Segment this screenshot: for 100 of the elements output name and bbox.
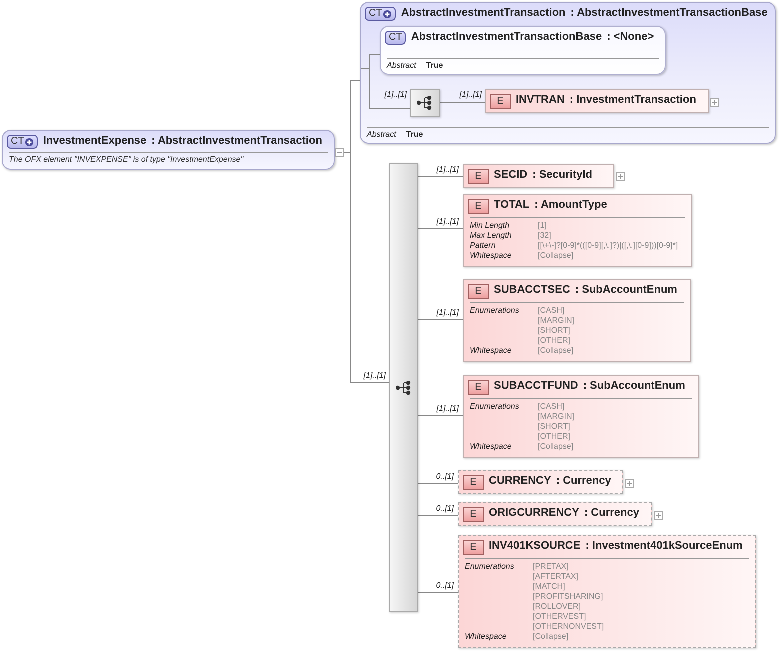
element-badge: E: [463, 540, 484, 555]
minus-icon: [336, 149, 343, 156]
facet-label: Enumerations: [470, 306, 520, 317]
node-name: CURRENCY: [489, 475, 552, 488]
plus-circle-icon: [383, 10, 392, 18]
complex-type-badge: CT: [7, 135, 38, 149]
connector-line: [418, 592, 458, 593]
connector-line: [440, 102, 485, 103]
type-name: : Currency: [556, 475, 612, 488]
facet-value: [SHORT]: [538, 326, 572, 336]
element-badge: E: [490, 94, 511, 109]
type-name: : Investment401kSourceEnum: [586, 540, 743, 553]
facet-value: [Collapse]: [538, 251, 575, 261]
cardinality-label: [1]..[1]: [436, 308, 459, 317]
element-badge: E: [468, 169, 489, 184]
collapse-button[interactable]: [335, 148, 344, 157]
complex-type-badge: CT: [385, 31, 406, 45]
node-name: InvestmentExpense: [43, 135, 147, 148]
element-badge: E: [468, 199, 489, 214]
element-badge: E: [468, 284, 489, 299]
property-label: Abstract: [367, 130, 396, 139]
property-value: True: [406, 130, 424, 139]
plus-circle-icon: [25, 138, 34, 146]
node-name: INV401KSOURCE: [489, 540, 581, 553]
facet-label: Whitespace: [470, 251, 513, 261]
connector-line: [418, 515, 458, 516]
type-name: : <None>: [607, 31, 654, 44]
expand-button[interactable]: [625, 479, 634, 488]
facet-value: [[\+\-]?[0-9]*(([0-9][,\.]?)|([,\.][0-9]))[0-9]*]: [538, 241, 680, 251]
plus-icon: [626, 480, 633, 487]
facet-label: Min Length: [470, 221, 511, 231]
facet-label: Enumerations: [465, 562, 516, 573]
facet-value: [ROLLOVER]: [533, 602, 582, 612]
property-label: Abstract: [387, 61, 416, 70]
cardinality-label: [1]..[1]: [384, 90, 407, 99]
cardinality-label: 0..[1]: [435, 504, 454, 513]
facet-label: Whitespace: [470, 346, 513, 356]
property-value: True: [426, 61, 444, 70]
facet-value: [OTHER]: [538, 336, 572, 346]
node-name: SUBACCTSEC: [494, 284, 570, 297]
node-name: ORIGCURRENCY: [489, 507, 580, 520]
cardinality-label: [1]..[1]: [436, 217, 459, 226]
type-name: : AbstractInvestmentTransaction: [152, 135, 322, 148]
node-name: AbstractInvestmentTransactionBase: [411, 31, 602, 44]
facet-label: Pattern: [470, 241, 497, 251]
cardinality-label: 0..[1]: [435, 581, 454, 590]
element-badge: E: [463, 475, 484, 490]
facet-value: [AFTERTAX]: [533, 572, 580, 582]
sequence-icon: [417, 96, 433, 110]
expand-button[interactable]: [654, 511, 663, 520]
type-name: : AmountType: [534, 199, 608, 212]
facet-label: Whitespace: [465, 632, 508, 642]
expand-button[interactable]: [710, 98, 719, 107]
sequence-compositor[interactable]: [410, 89, 440, 117]
facet-value: [OTHERNONVEST]: [533, 622, 606, 632]
connector-line: [418, 483, 458, 484]
facet-value: [MARGIN]: [538, 412, 576, 422]
facet-label: Enumerations: [470, 402, 520, 413]
facet-value: [CASH]: [538, 402, 566, 412]
cardinality-label: [1]..[1]: [436, 404, 459, 413]
cardinality-label: [1]..[1]: [362, 371, 386, 380]
plus-icon: [711, 99, 718, 106]
node-name: INVTRAN: [516, 94, 565, 107]
facet-value: [Collapse]: [533, 632, 570, 642]
facet-label: Max Length: [470, 231, 513, 241]
node-name: SUBACCTFUND: [494, 380, 578, 393]
element-badge: E: [463, 507, 484, 522]
connector-line: [418, 415, 463, 416]
type-name: : SecurityId: [532, 169, 593, 182]
type-name: : SubAccountEnum: [583, 380, 686, 393]
complex-type-badge: CT: [365, 7, 396, 21]
type-name: : Currency: [584, 507, 640, 520]
node-name: AbstractInvestmentTransaction: [401, 7, 566, 20]
facet-value: [PROFITSHARING]: [533, 592, 604, 602]
cardinality-label: 0..[1]: [435, 472, 454, 481]
node-name: SECID: [494, 169, 528, 182]
facet-value: [1]: [538, 221, 548, 231]
cardinality-label: [1]..[1]: [458, 90, 482, 99]
plus-icon: [655, 512, 662, 519]
facet-label: Whitespace: [470, 442, 513, 452]
plus-icon: [617, 173, 624, 180]
connector-line: [418, 319, 463, 320]
type-name: : InvestmentTransaction: [570, 94, 696, 107]
cardinality-label: [1]..[1]: [436, 165, 459, 174]
connector-line: [418, 176, 463, 177]
facet-value: [MARGIN]: [538, 316, 576, 326]
facet-value: [32]: [538, 231, 552, 241]
node-name: TOTAL: [494, 199, 530, 212]
facet-value: [MATCH]: [533, 582, 566, 592]
connector-line: [418, 228, 463, 229]
facet-value: [SHORT]: [538, 422, 572, 432]
documentation-text: The OFX element "INVEXPENSE" is of type "InvestmentExpense": [8, 154, 245, 166]
element-badge: E: [468, 380, 489, 395]
facet-value: [Collapse]: [538, 442, 575, 452]
sequence-icon: [396, 380, 412, 394]
facet-value: [PRETAX]: [533, 562, 570, 572]
facet-value: [CASH]: [538, 306, 566, 316]
facet-value: [Collapse]: [538, 346, 575, 356]
expand-button[interactable]: [616, 172, 625, 181]
type-name: : AbstractInvestmentTransactionBase: [570, 7, 768, 20]
